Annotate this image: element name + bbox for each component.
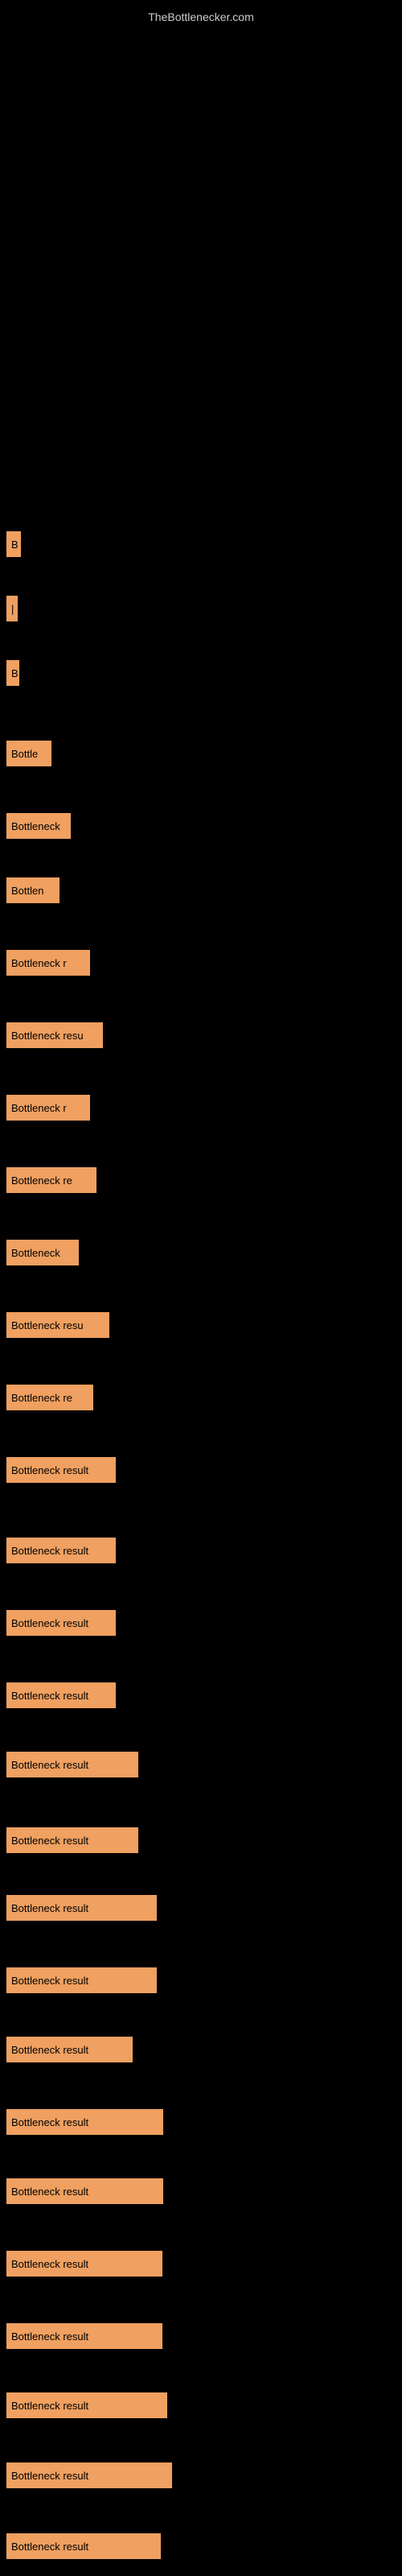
- bottleneck-result-item: Bottleneck result: [6, 2037, 133, 2062]
- bottleneck-result-item: |: [6, 596, 18, 621]
- bottleneck-result-item: Bottleneck result: [6, 1610, 116, 1636]
- bottleneck-result-item: Bottleneck result: [6, 2533, 161, 2559]
- bottleneck-result-item: Bottleneck result: [6, 2392, 167, 2418]
- bottleneck-result-item: Bottleneck result: [6, 1457, 116, 1483]
- bottleneck-result-item: Bottleneck result: [6, 1538, 116, 1563]
- bottleneck-result-item: Bottleneck result: [6, 2251, 162, 2277]
- bottleneck-result-item: Bottleneck result: [6, 2323, 162, 2349]
- bottleneck-result-item: Bottleneck: [6, 1240, 79, 1265]
- bottleneck-result-item: B: [6, 531, 21, 557]
- bottleneck-result-item: Bottleneck: [6, 813, 71, 839]
- bottleneck-result-item: Bottlen: [6, 877, 59, 903]
- bottleneck-result-item: Bottleneck result: [6, 2178, 163, 2204]
- bottleneck-result-item: Bottleneck r: [6, 950, 90, 976]
- bottleneck-result-item: Bottleneck resu: [6, 1022, 103, 1048]
- bottleneck-result-item: Bottleneck result: [6, 2462, 172, 2488]
- bottleneck-result-item: Bottleneck resu: [6, 1312, 109, 1338]
- bottleneck-result-item: Bottle: [6, 741, 51, 766]
- bottleneck-result-item: B: [6, 660, 19, 686]
- bottleneck-result-item: Bottleneck re: [6, 1385, 93, 1410]
- bottleneck-result-item: Bottleneck result: [6, 2109, 163, 2135]
- bottleneck-result-item: Bottleneck re: [6, 1167, 96, 1193]
- bottleneck-result-item: Bottleneck result: [6, 1967, 157, 1993]
- bottleneck-result-item: Bottleneck result: [6, 1752, 138, 1777]
- bottleneck-result-item: Bottleneck result: [6, 1895, 157, 1921]
- bottleneck-result-item: Bottleneck r: [6, 1095, 90, 1121]
- bottleneck-result-item: Bottleneck result: [6, 1827, 138, 1853]
- bottleneck-result-item: Bottleneck result: [6, 1682, 116, 1708]
- site-title: TheBottlenecker.com: [0, 4, 402, 30]
